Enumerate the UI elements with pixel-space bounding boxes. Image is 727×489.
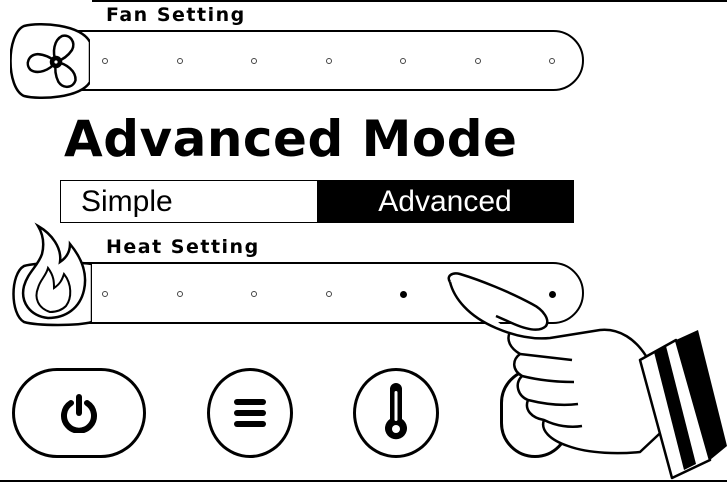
- pointing-hand-icon: [440, 270, 727, 482]
- fan-level-1-dot[interactable]: [102, 58, 108, 64]
- top-rule: [92, 0, 727, 2]
- fan-icon: [9, 22, 92, 100]
- heat-level-4-dot[interactable]: [325, 291, 332, 297]
- fan-level-4-dot[interactable]: [325, 58, 332, 64]
- fan-level-2-dot[interactable]: [176, 58, 183, 64]
- heat-level-5-dot[interactable]: [400, 291, 407, 298]
- fan-setting-label: Fan Setting: [106, 4, 246, 26]
- menu-button[interactable]: [207, 368, 293, 458]
- mode-switch[interactable]: Simple Advanced: [60, 180, 574, 223]
- fan-level-5-dot[interactable]: [400, 58, 406, 64]
- thermometer-icon: [385, 383, 407, 440]
- fan-level-6-dot[interactable]: [474, 58, 481, 64]
- flame-icon: [8, 218, 94, 328]
- fan-level-3-dot[interactable]: [251, 58, 257, 64]
- heat-level-3-dot[interactable]: [251, 291, 257, 297]
- heat-level-2-dot[interactable]: [176, 291, 183, 297]
- menu-icon: [234, 399, 266, 427]
- heat-level-1-dot[interactable]: [102, 291, 108, 297]
- heat-setting-label: Heat Setting: [106, 236, 260, 258]
- mode-option-simple[interactable]: Simple: [61, 181, 317, 222]
- fan-level-7-dot[interactable]: [549, 58, 555, 64]
- bottom-rule: [0, 480, 727, 482]
- mode-title: Advanced Mode: [64, 110, 518, 168]
- power-icon: [61, 394, 97, 433]
- fan-setting-slider[interactable]: [14, 30, 584, 91]
- mode-option-advanced[interactable]: Advanced: [317, 181, 573, 222]
- power-button[interactable]: [12, 368, 146, 458]
- temperature-button[interactable]: [353, 368, 439, 458]
